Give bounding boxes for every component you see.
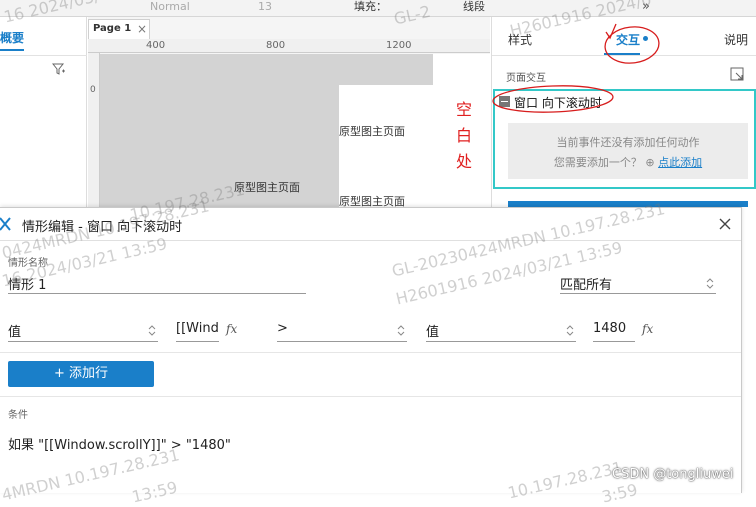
left-value-input[interactable]: [[Wind (176, 321, 219, 342)
tab-page-1[interactable]: Page 1 × (88, 19, 150, 39)
active-tab-indicator (0, 49, 24, 51)
vertical-ruler: 0 (88, 53, 100, 207)
outline-panel: 概要 (0, 17, 87, 207)
condition-preview: 如果 "[[Window.scrollY]]" > "1480" (8, 438, 231, 453)
annotation-char: 空 (455, 100, 472, 119)
operator-select[interactable]: > (277, 321, 407, 342)
fill-label: 填充： (354, 0, 387, 13)
font-style-select[interactable]: Normal (150, 0, 190, 14)
match-mode-value: 匹配所有 (560, 278, 613, 293)
updown-arrows-icon (397, 325, 405, 336)
canvas-shape[interactable] (100, 85, 339, 207)
ruler-mark: 800 (266, 40, 286, 51)
more-chevron-icon[interactable]: » (642, 0, 650, 14)
ruler-mark: 0 (90, 85, 96, 95)
expand-icon[interactable] (730, 67, 744, 81)
status-dot (643, 36, 648, 41)
fx-icon[interactable]: fx (642, 322, 653, 336)
filter-icon[interactable] (52, 63, 66, 75)
case-name-label: 情形名称 (8, 258, 48, 269)
match-mode-select[interactable]: 匹配所有 (560, 274, 716, 294)
dialog-header: 情形编辑 - 窗口 向下滚动时 (0, 208, 741, 241)
updown-arrows-icon (566, 325, 574, 336)
annotation-char: 白 (455, 126, 472, 145)
fx-icon[interactable]: fx (226, 322, 237, 336)
empty-actions-hint: 当前事件还没有添加任何动作 您需要添加一个？ ⊕ 点此添加 (508, 123, 748, 179)
updown-arrows-icon (148, 325, 156, 336)
left-type-select[interactable]: 值 (8, 321, 158, 342)
plus-circle-icon: ⊕ (641, 156, 659, 169)
event-title[interactable]: 窗口 向下滚动时 (514, 94, 602, 111)
credit-text: CSDN @tongliuwei (612, 467, 734, 482)
horizontal-ruler: 400 800 1200 (88, 39, 490, 53)
event-card[interactable]: 窗口 向下滚动时 当前事件还没有添加任何动作 您需要添加一个？ ⊕ 点此添加 (493, 89, 756, 189)
canvas-shape[interactable] (339, 85, 433, 207)
close-icon[interactable] (717, 216, 733, 232)
ruler-mark: 1200 (386, 40, 412, 51)
tab-outline[interactable]: 概要 (0, 29, 24, 46)
font-size-select[interactable]: 13 (258, 0, 272, 14)
page-label: 原型图主页面 (339, 125, 405, 138)
case-name-input[interactable]: 情形 1 (8, 274, 306, 294)
canvas-shape[interactable] (100, 54, 433, 85)
page-label: 原型图主页面 (234, 181, 300, 194)
divider (0, 396, 741, 397)
divider (0, 352, 741, 353)
annotation-char: 处 (455, 152, 472, 171)
add-action-link[interactable]: 点此添加 (658, 156, 702, 169)
hint-text: 当前事件还没有添加任何动作 (556, 136, 700, 149)
updown-arrows-icon (706, 278, 714, 289)
right-value-input[interactable]: 1480 (593, 321, 635, 342)
collapse-icon[interactable] (499, 96, 510, 107)
dialog-title: 情形编辑 - 窗口 向下滚动时 (22, 220, 183, 235)
inspector-panel: 样式 交互 说明 页面交互 窗口 向下滚动时 当前事件还没有添加任何动作 您需要… (491, 17, 756, 207)
page-tab-label: Page 1 (93, 23, 132, 34)
app-logo-icon (0, 217, 11, 231)
right-type-value: 值 (426, 325, 440, 340)
tab-notes[interactable]: 说明 (724, 31, 748, 48)
condition-label: 条件 (8, 410, 28, 421)
line-label: 线段 (463, 0, 485, 13)
divider (0, 55, 87, 56)
hint-text: 您需要添加一个？ (553, 156, 642, 169)
ruler-mark: 400 (146, 40, 166, 51)
case-editor-dialog: 情形编辑 - 窗口 向下滚动时 情形名称 情形 1 匹配所有 值 [[Wind … (0, 207, 742, 493)
top-toolbar: Normal 13 填充： 线段 » (0, 0, 756, 17)
add-row-button[interactable]: + 添加行 (8, 361, 154, 387)
close-icon[interactable]: × (137, 20, 147, 38)
operator-value: > (277, 321, 288, 336)
left-type-value: 值 (8, 325, 22, 340)
section-label: 页面交互 (506, 73, 546, 84)
right-type-select[interactable]: 值 (426, 321, 576, 342)
tab-style[interactable]: 样式 (508, 31, 532, 48)
divider (492, 55, 756, 56)
blank-area-annotation: 空 白 处 (454, 97, 474, 175)
design-canvas[interactable]: Page 1 × 400 800 1200 0 原型图主页面 原型图主页面 原型… (88, 17, 490, 208)
tab-interaction[interactable]: 交互 (616, 31, 640, 48)
